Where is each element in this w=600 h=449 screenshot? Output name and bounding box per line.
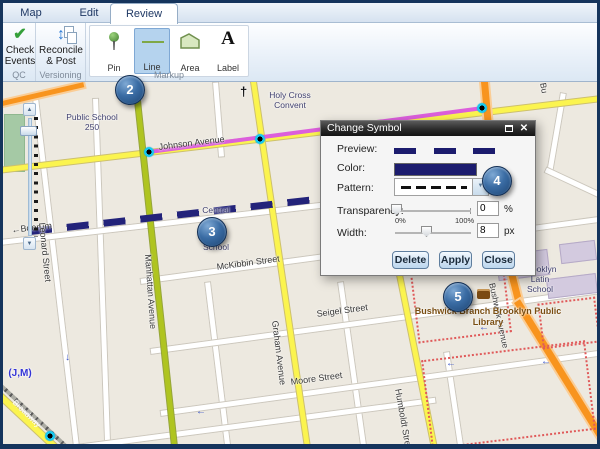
reconcile-post-button[interactable]: ↕ Reconcile & Post bbox=[38, 25, 84, 67]
area-tool-button[interactable]: Area bbox=[172, 28, 208, 74]
callout-badge-2: 2 bbox=[115, 75, 145, 105]
callout-badge-4: 4 bbox=[482, 166, 512, 196]
oneway-arrow-icon: ← bbox=[196, 406, 206, 417]
preview-swatch bbox=[434, 148, 456, 154]
width-slider-thumb[interactable] bbox=[421, 226, 432, 237]
transparency-unit: % bbox=[504, 204, 513, 215]
street-label-humboldt: Humboldt Street bbox=[393, 388, 414, 444]
park-area bbox=[4, 114, 25, 172]
oneway-arrow-icon: ← bbox=[446, 358, 456, 369]
building-3 bbox=[559, 240, 597, 264]
tab-edit[interactable]: Edit bbox=[69, 3, 109, 23]
vertex-handle[interactable] bbox=[45, 431, 55, 441]
zoom-slider-thumb[interactable] bbox=[20, 126, 37, 136]
change-symbol-dialog: Change Symbol ✕ Preview: Color: Pattern:… bbox=[320, 120, 536, 276]
preview-swatch bbox=[394, 148, 416, 154]
street-unnamed-8 bbox=[544, 166, 597, 200]
transparency-min: 0% bbox=[395, 216, 406, 225]
dialog-title-bar[interactable]: Change Symbol ✕ bbox=[321, 121, 535, 136]
width-input[interactable] bbox=[477, 223, 499, 238]
color-label: Color: bbox=[337, 162, 365, 174]
pin-tool-button[interactable]: Pin bbox=[96, 28, 132, 74]
street-label-bu-partial: Bu bbox=[538, 82, 550, 94]
pattern-label: Pattern: bbox=[337, 182, 374, 194]
zoom-out-button[interactable]: ▼ bbox=[23, 237, 36, 250]
transparency-input[interactable] bbox=[477, 201, 499, 216]
label-tool-button[interactable]: A Label bbox=[210, 28, 246, 74]
transparency-max: 100% bbox=[455, 216, 474, 225]
group-label-qc: QC bbox=[3, 70, 35, 80]
preview-swatch bbox=[473, 148, 495, 154]
oneway-arrow-icon: ↓ bbox=[65, 352, 70, 363]
vertex-handle[interactable] bbox=[144, 147, 154, 157]
app-window: Map Edit Review ✔ Check Events QC ↕ Reco… bbox=[0, 0, 600, 449]
zoom-in-button[interactable]: ▲ bbox=[23, 103, 36, 116]
reconcile-icon: ↕ bbox=[38, 25, 84, 45]
poi-holy-cross: Holy Cross Convent bbox=[259, 90, 321, 110]
vertex-handle[interactable] bbox=[477, 103, 487, 113]
oneway-arrow-icon: ← bbox=[541, 356, 551, 367]
width-label: Width: bbox=[337, 227, 367, 239]
label-icon: A bbox=[221, 28, 235, 49]
street-unnamed-1 bbox=[92, 98, 111, 444]
dialog-title: Change Symbol bbox=[327, 122, 402, 134]
vertex-handle[interactable] bbox=[255, 134, 265, 144]
delete-button[interactable]: Delete bbox=[392, 251, 429, 269]
tab-map[interactable]: Map bbox=[11, 3, 51, 23]
pattern-dashed-swatch bbox=[401, 186, 467, 189]
preview-label: Preview: bbox=[337, 143, 377, 155]
poi-public-school: Public School 250 bbox=[66, 112, 118, 132]
ribbon: ✔ Check Events QC ↕ Reconcile & Post Ver… bbox=[3, 23, 597, 82]
ribbon-group-markup: Pin Line Area A Label Markup bbox=[86, 23, 256, 81]
close-icon[interactable]: ✕ bbox=[518, 123, 530, 134]
street-unnamed-3 bbox=[204, 281, 232, 444]
check-events-button[interactable]: ✔ Check Events bbox=[4, 25, 36, 67]
library-book-icon bbox=[477, 289, 490, 299]
line-tool-button[interactable]: Line bbox=[134, 28, 170, 74]
street-leonard bbox=[32, 97, 80, 444]
ribbon-tab-bar: Map Edit Review bbox=[3, 3, 597, 23]
road-flushing bbox=[3, 82, 84, 107]
transparency-slider-track[interactable] bbox=[395, 210, 471, 212]
poi-subway-jm: (J,M) bbox=[3, 368, 38, 380]
poi-library: Bushwick Branch Brooklyn Public Library bbox=[408, 306, 568, 328]
group-label-markup: Markup bbox=[89, 70, 249, 80]
road-manhattan-avenue bbox=[133, 82, 178, 444]
group-label-versioning: Versioning bbox=[36, 70, 85, 80]
tab-review[interactable]: Review bbox=[110, 3, 178, 24]
restore-icon[interactable] bbox=[503, 123, 515, 134]
apply-button[interactable]: Apply bbox=[439, 251, 472, 269]
width-unit: px bbox=[504, 226, 515, 237]
callout-badge-5: 5 bbox=[443, 282, 473, 312]
area-icon bbox=[179, 32, 201, 50]
color-picker-swatch[interactable] bbox=[394, 163, 477, 176]
close-button[interactable]: Close bbox=[482, 251, 515, 269]
page-icon bbox=[67, 32, 77, 44]
pattern-dropdown[interactable]: ▼ bbox=[394, 178, 489, 196]
check-icon: ✔ bbox=[4, 25, 36, 45]
check-events-label: Check Events bbox=[5, 45, 36, 67]
line-icon bbox=[142, 41, 164, 43]
ribbon-group-versioning: ↕ Reconcile & Post Versioning bbox=[36, 23, 86, 81]
reconcile-post-label: Reconcile & Post bbox=[39, 45, 83, 67]
callout-badge-3: 3 bbox=[197, 217, 227, 247]
ribbon-group-qc: ✔ Check Events QC bbox=[3, 23, 36, 81]
cross-icon: † bbox=[240, 84, 247, 100]
poi-central-1: Central bbox=[193, 205, 239, 215]
width-slider-track[interactable] bbox=[395, 232, 471, 234]
